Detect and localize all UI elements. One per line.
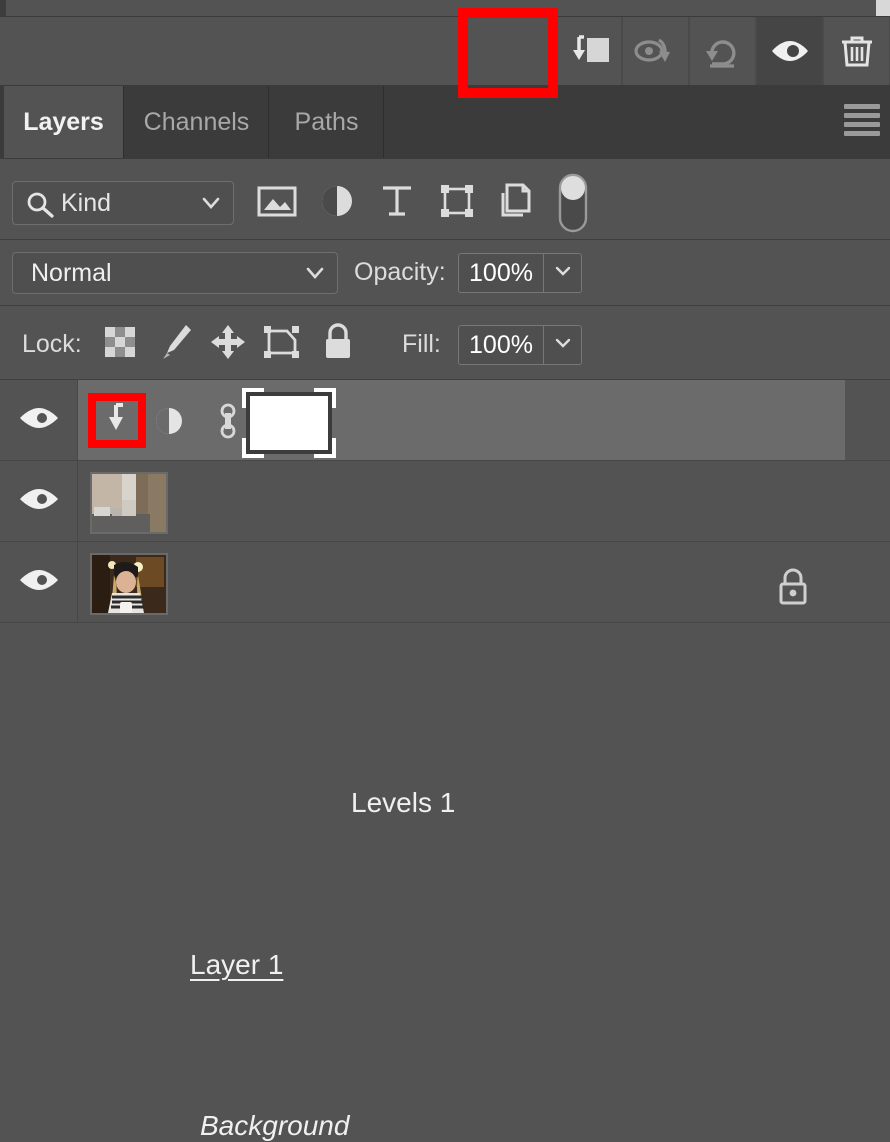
white-mask-thumbnail[interactable] — [246, 392, 332, 454]
photoshop-layers-panel: Layers Channels Paths Kind Normal Opacit… — [0, 0, 890, 1141]
filter-smart-objects[interactable] — [490, 176, 544, 230]
layer-visibility-toggle[interactable] — [0, 380, 78, 460]
blend-mode-dropdown[interactable]: Normal — [12, 252, 338, 294]
lock-label: Lock: — [22, 330, 82, 358]
toggle-switch-icon — [556, 172, 590, 239]
smart-object-icon — [497, 181, 537, 226]
eye-icon — [17, 403, 61, 438]
checkerboard-icon — [102, 324, 138, 365]
filter-shape-layers[interactable] — [430, 176, 484, 230]
opacity-input[interactable]: 100% — [458, 253, 544, 293]
text-t-icon — [378, 181, 416, 226]
shape-icon — [437, 181, 477, 226]
search-icon — [25, 190, 55, 223]
filter-type-layers[interactable] — [370, 176, 424, 230]
opacity-label: Opacity: — [354, 258, 446, 286]
tab-bar-filler — [385, 86, 890, 158]
lock-position[interactable] — [204, 322, 252, 366]
clipping-mask-icon — [566, 31, 612, 71]
move-arrows-icon — [208, 322, 248, 367]
tab-paths[interactable]: Paths — [270, 86, 384, 158]
hamburger-menu-icon[interactable] — [844, 104, 880, 136]
tab-layers[interactable]: Layers — [4, 86, 124, 158]
eye-rotate-icon — [633, 31, 679, 71]
fill-label: Fill: — [402, 330, 441, 358]
chevron-down-icon — [305, 266, 325, 285]
filter-pixel-layers[interactable] — [250, 176, 304, 230]
mask-selection-bracket-br-v — [332, 438, 336, 458]
opacity-stepper[interactable] — [544, 253, 582, 293]
chevron-down-icon — [201, 196, 221, 215]
fill-input[interactable]: 100% — [458, 325, 544, 365]
undo-button[interactable] — [689, 17, 756, 85]
panel-tab-bar: Layers Channels Paths — [0, 86, 890, 159]
layer-name[interactable]: Background — [200, 1110, 349, 1142]
mask-selection-bracket-tl-v — [242, 388, 246, 408]
tab-paths-label: Paths — [294, 107, 359, 136]
adjustment-circle-icon[interactable] — [152, 404, 186, 443]
background-lock-icon — [776, 566, 810, 613]
filter-adjustment-layers[interactable] — [310, 176, 364, 230]
row-selected-highlight — [78, 380, 845, 460]
filter-kind-label: Kind — [61, 188, 112, 217]
lock-transparent-pixels[interactable] — [96, 322, 144, 366]
top-strip — [0, 0, 890, 17]
artboard-icon — [261, 322, 303, 367]
mask-selection-bracket-bl-v — [242, 438, 246, 458]
tab-layers-label: Layers — [23, 107, 104, 136]
create-clipping-mask-button[interactable] — [555, 17, 622, 85]
trash-icon — [834, 31, 880, 71]
chevron-down-icon — [554, 264, 572, 282]
filter-enable-toggle[interactable] — [550, 172, 596, 238]
tab-channels[interactable]: Channels — [125, 86, 269, 158]
layer-visibility-toggle[interactable] — [0, 542, 78, 622]
delete-layer-button[interactable] — [823, 17, 890, 85]
layer-name[interactable]: Layer 1 — [190, 949, 283, 981]
layer-name[interactable]: Levels 1 — [351, 787, 455, 819]
adjustment-circle-icon — [317, 181, 357, 226]
lock-image-pixels[interactable] — [152, 322, 200, 366]
chain-link-icon[interactable] — [216, 402, 240, 445]
lock-all[interactable] — [314, 322, 362, 366]
tab-channels-label: Channels — [143, 107, 250, 136]
eye-icon — [767, 31, 813, 71]
layer-visibility-toggle[interactable] — [0, 461, 78, 541]
eye-icon — [17, 565, 61, 600]
eye-icon — [17, 484, 61, 519]
link-layers-button[interactable] — [622, 17, 689, 85]
image-icon — [256, 183, 298, 224]
levels-clipping-icon[interactable] — [90, 396, 142, 444]
portrait-photo-thumbnail[interactable] — [90, 553, 168, 615]
toggle-visibility-button[interactable] — [756, 17, 823, 85]
fill-stepper[interactable] — [544, 325, 582, 365]
blend-mode-value: Normal — [31, 258, 112, 287]
layers-toolbar — [0, 17, 890, 86]
mask-selection-bracket-tr-v — [332, 388, 336, 408]
top-strip-right-edge — [876, 0, 890, 16]
undo-arrow-icon — [700, 31, 746, 71]
lock-artboard-nesting[interactable] — [258, 322, 306, 366]
top-strip-left-edge — [0, 0, 6, 16]
chevron-down-icon — [554, 336, 572, 354]
padlock-icon — [321, 322, 355, 367]
street-photo-thumbnail[interactable] — [90, 472, 168, 534]
table-row[interactable]: Levels 1 — [0, 380, 890, 818]
clipping-arrow-icon — [101, 401, 131, 440]
filter-kind-dropdown[interactable]: Kind — [12, 181, 234, 225]
paintbrush-icon — [158, 322, 194, 367]
